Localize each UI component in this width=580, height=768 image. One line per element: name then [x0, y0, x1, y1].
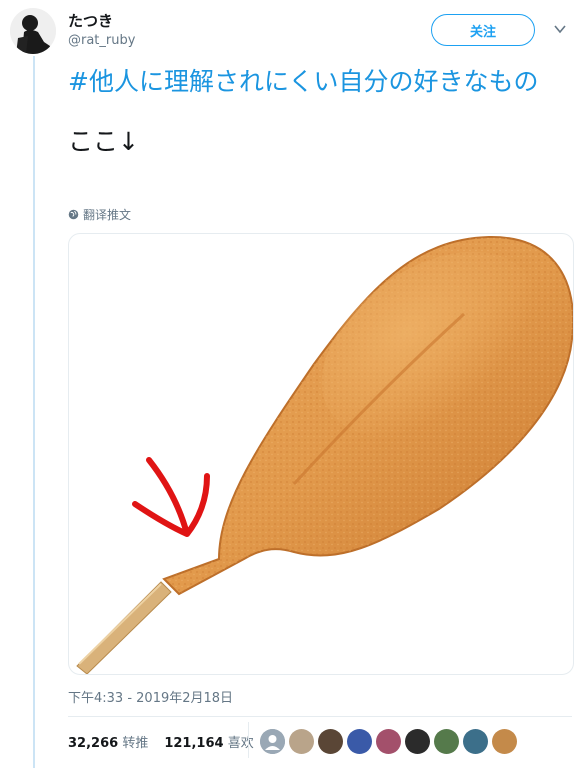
liker-avatar[interactable]	[434, 729, 459, 754]
retweets-stat[interactable]: 32,266 转推	[68, 732, 148, 751]
display-name[interactable]: たつき	[68, 10, 113, 31]
liker-avatar[interactable]	[405, 729, 430, 754]
retweets-label: 转推	[122, 736, 149, 751]
tweet-text: #他人に理解されにくい自分の好きなもの ここ↓	[68, 66, 558, 158]
follow-button[interactable]: 关注	[431, 14, 535, 46]
retweets-count: 32,266	[68, 736, 119, 751]
liker-avatar[interactable]	[376, 729, 401, 754]
corn-dog-image	[76, 235, 573, 674]
liker-avatar[interactable]	[289, 729, 314, 754]
translate-label: 翻译推文	[83, 208, 132, 222]
likes-stat[interactable]: 121,164 喜欢	[164, 732, 253, 751]
liker-avatar[interactable]	[347, 729, 372, 754]
likes-count: 121,164	[164, 736, 224, 751]
tweet-stats: 32,266 转推 121,164 喜欢	[68, 732, 254, 751]
liker-avatar[interactable]	[463, 729, 488, 754]
liker-avatar[interactable]	[318, 729, 343, 754]
liked-by-avatars	[260, 729, 517, 754]
likes-label: 喜欢	[227, 736, 254, 751]
stats-divider	[248, 722, 249, 758]
hashtag-link[interactable]: #他人に理解されにくい自分の好きなもの	[68, 67, 538, 96]
screen-name[interactable]: @rat_ruby	[68, 33, 135, 48]
avatar-image	[10, 8, 56, 54]
translate-tweet-link[interactable]: 翻译推文	[68, 206, 131, 223]
liker-avatar[interactable]	[492, 729, 517, 754]
thread-line	[33, 56, 35, 768]
avatar[interactable]	[10, 8, 56, 54]
tweet-photo[interactable]	[68, 233, 574, 675]
globe-icon	[68, 209, 79, 220]
tweet-text-line: ここ↓	[68, 127, 139, 156]
tweet-timestamp[interactable]: 下午4:33 - 2019年2月18日	[68, 687, 233, 706]
divider	[68, 716, 572, 717]
chevron-down-icon[interactable]	[553, 22, 567, 36]
default-avatar-icon[interactable]	[260, 729, 285, 754]
